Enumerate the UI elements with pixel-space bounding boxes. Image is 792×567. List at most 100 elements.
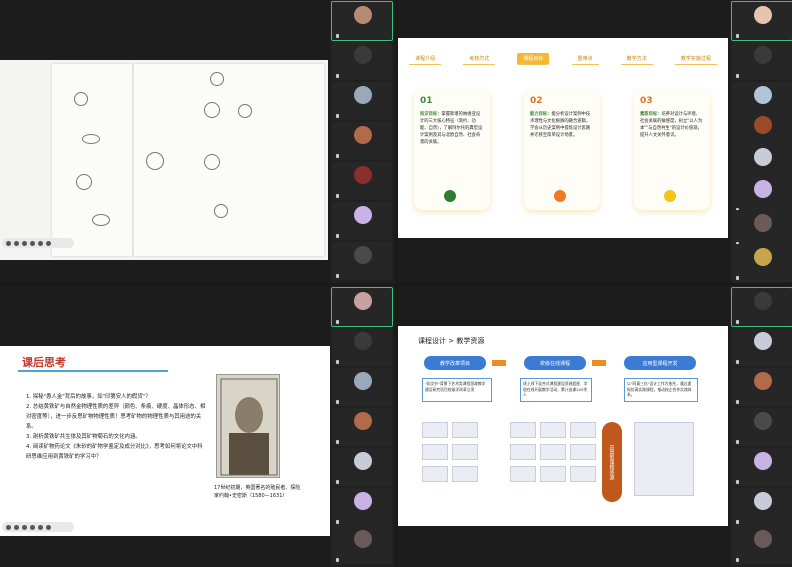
mic-icon (336, 154, 339, 158)
annotation-toolbar[interactable] (2, 238, 74, 248)
step-description: "彩文针"背景下艺术类课程思政教学建设研究项目校级学改革立项 (422, 378, 492, 402)
arrow-right-icon (592, 360, 606, 366)
shared-slide-homework: 课后思考 1. 探秘"愚人金"背后的故事，如"印第安人的假货"？ 2. 总结黄铁… (0, 346, 330, 536)
participant-tile[interactable] (732, 368, 792, 406)
participant-tile[interactable] (332, 488, 392, 526)
participant-tile[interactable] (732, 244, 792, 282)
participant-tile[interactable] (332, 408, 392, 446)
mic-icon (736, 400, 739, 404)
avatar (754, 530, 772, 548)
card-label: 素质目标： (640, 112, 662, 117)
participant-tile[interactable] (332, 242, 392, 280)
card-label: 知识目标： (420, 112, 442, 117)
avatar (354, 292, 372, 310)
participant-tile[interactable] (332, 448, 392, 486)
slide-tab-active: 课程目标 (517, 53, 550, 65)
avatar (754, 148, 772, 166)
participant-tile[interactable] (732, 488, 792, 526)
participant-tile[interactable] (732, 42, 792, 80)
resource-thumbnail (540, 466, 566, 482)
title-underline (18, 370, 168, 372)
mic-icon (336, 274, 339, 278)
avatar (754, 248, 772, 266)
toolbar-dot-icon[interactable] (14, 524, 19, 530)
breadcrumb: 课程设计 > 教学资源 (418, 337, 485, 345)
mic-icon (336, 520, 339, 524)
participant-tile[interactable] (731, 1, 792, 41)
resource-thumbnail (570, 422, 596, 438)
sketch-page-right (134, 64, 324, 256)
shared-slide-teaching-resources: 课程设计 > 教学资源 教学改革项目 校级在线课程 应用型课程开发 "彩文针"背… (398, 326, 728, 526)
resource-thumbnail (570, 444, 596, 460)
resource-thumbnail (422, 444, 448, 460)
toolbar-dot-icon[interactable] (22, 524, 27, 530)
participant-tile[interactable] (332, 328, 392, 366)
avatar (754, 116, 772, 134)
avatar (754, 86, 772, 104)
avatar (754, 492, 772, 510)
participant-tile[interactable] (331, 1, 393, 41)
goal-card: 03 素质目标：培养对设计与环境、社会关联的敏感度，树立"以人为本""与自然共生… (634, 90, 710, 210)
question-item: 2. 总结黄铁矿与自然金物理性质的差异（颜色、条痕、硬度、晶体形态、相对密度等）… (26, 404, 206, 430)
participant-tile[interactable] (332, 122, 392, 160)
participant-tile[interactable] (332, 162, 392, 200)
step-pill: 应用型课程开发 (624, 356, 696, 370)
avatar (354, 452, 372, 470)
toolbar-dot-icon[interactable] (46, 240, 51, 246)
shared-slide-course-goals: 课程介绍 考核方式 课程目标 重难点 教学方法 教学实施过程 01 知识目标：掌… (398, 38, 728, 238)
video-panel-top-left (0, 0, 396, 283)
avatar (754, 332, 772, 350)
mic-icon (736, 480, 739, 484)
participant-tile[interactable] (332, 42, 392, 80)
mic-icon (336, 480, 339, 484)
resource-thumbnail (510, 466, 536, 482)
ring-sketch (82, 134, 100, 144)
toolbar-dot-icon[interactable] (30, 524, 35, 530)
mic-icon (336, 440, 339, 444)
mic-icon (336, 320, 339, 324)
participant-tile[interactable] (732, 176, 792, 214)
participant-tile[interactable] (732, 408, 792, 446)
toolbar-dot-icon[interactable] (38, 524, 43, 530)
avatar (354, 246, 372, 264)
participant-tile[interactable] (732, 448, 792, 486)
slide-tab: 考核方式 (463, 53, 496, 65)
card-number: 01 (420, 96, 433, 106)
avatar (354, 6, 372, 24)
mic-icon (736, 320, 739, 324)
participant-tile[interactable] (732, 210, 792, 248)
participant-tile[interactable] (331, 287, 393, 327)
ring-sketch (146, 152, 164, 170)
toolbar-dot-icon[interactable] (30, 240, 35, 246)
avatar (754, 412, 772, 430)
participant-tile[interactable] (332, 202, 392, 240)
avatar (354, 412, 372, 430)
mic-icon (336, 194, 339, 198)
mic-icon (336, 34, 339, 38)
toolbar-dot-icon[interactable] (6, 240, 11, 246)
toolbar-dot-icon[interactable] (6, 524, 11, 530)
slide-tabs: 课程介绍 考核方式 课程目标 重难点 教学方法 教学实施过程 (398, 52, 728, 66)
resource-thumbnail (540, 422, 566, 438)
participant-tile[interactable] (332, 526, 392, 564)
participant-tile[interactable] (732, 526, 792, 564)
annotation-toolbar[interactable] (2, 522, 74, 532)
step-pill: 校级在线课程 (524, 356, 586, 370)
participant-tile[interactable] (732, 328, 792, 366)
toolbar-dot-icon[interactable] (46, 524, 51, 530)
ring-sketch (238, 104, 252, 118)
toolbar-dot-icon[interactable] (14, 240, 19, 246)
slide-tab: 课程介绍 (409, 53, 442, 65)
ring-sketch (74, 92, 88, 106)
participant-tile[interactable] (332, 368, 392, 406)
toolbar-dot-icon[interactable] (22, 240, 27, 246)
resource-thumbnail (510, 422, 536, 438)
participant-tile[interactable] (332, 82, 392, 120)
step-description: 以"四真三化"设计工作为依托，通过虚拟仿真实践课程，推动校企合作实践体系。 (624, 378, 698, 402)
avatar (354, 332, 372, 350)
avatar (754, 292, 772, 310)
slide-tab: 教学方法 (620, 53, 653, 65)
mic-icon (336, 74, 339, 78)
toolbar-dot-icon[interactable] (38, 240, 43, 246)
participant-tile[interactable] (731, 287, 792, 327)
